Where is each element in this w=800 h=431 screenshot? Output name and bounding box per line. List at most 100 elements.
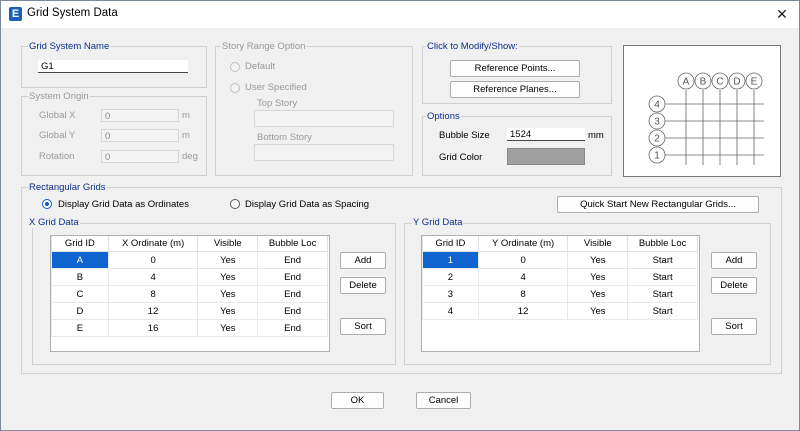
grid-bubble-y-label: 1 [654,151,660,162]
global-x-input[interactable]: 0 [101,109,179,122]
y-delete-button[interactable]: Delete [711,277,757,294]
top-story-label: Top Story [257,98,298,109]
grid-bubble-x-label: C [716,77,723,88]
close-button[interactable]: ✕ [771,4,793,24]
x-grid-table-cell[interactable]: End [257,302,328,320]
app-logo-icon: E [9,7,22,21]
reference-points-button[interactable]: Reference Points... [450,60,580,77]
x-grid-table-cell[interactable]: B [51,268,109,286]
spacing-radio[interactable] [230,199,240,209]
y-grid-table-cell[interactable]: 1 [422,251,479,269]
y-grid-table-cell[interactable]: Start [627,268,698,286]
ordinates-radio[interactable] [42,199,52,209]
y-grid-label: Y Grid Data [412,217,464,228]
y-grid-column-header[interactable]: Visible [567,236,629,252]
grid-preview-drawing: A B C D E 4 3 2 1 [648,72,764,165]
x-grid-table-cell[interactable]: 8 [107,285,199,303]
system-origin-label: System Origin [28,91,90,102]
x-grid-table-cell[interactable]: End [257,319,328,337]
grid-bubble-x-label: D [733,77,740,88]
y-grid-table-cell[interactable]: 4 [477,268,569,286]
y-grid-table-cell[interactable]: 3 [422,285,479,303]
x-grid-table-cell[interactable]: 16 [107,319,199,337]
y-grid-table-row[interactable]: 3 8 Yes Start [422,285,698,303]
x-grid-table-row[interactable]: E 16 Yes End [51,319,328,337]
x-grid-table-cell[interactable]: Yes [197,302,259,320]
y-grid-table-row[interactable]: 4 12 Yes Start [422,302,698,320]
user-specified-radio[interactable] [230,83,240,93]
y-grid-column-header[interactable]: Y Ordinate (m) [477,236,569,252]
y-grid-table-cell[interactable]: 0 [477,251,569,269]
x-grid-table-cell[interactable]: Yes [197,268,259,286]
options-label: Options [426,111,461,122]
cancel-button[interactable]: Cancel [416,392,471,409]
x-grid-table-cell[interactable]: A [51,251,109,269]
x-grid-table-cell[interactable]: Yes [197,319,259,337]
y-grid-table-cell[interactable]: Yes [567,268,629,286]
ok-button[interactable]: OK [331,392,384,409]
grid-color-swatch[interactable] [507,148,585,165]
global-x-label: Global X [39,110,76,121]
x-grid-table-cell[interactable]: D [51,302,109,320]
x-grid-table-row[interactable]: C 8 Yes End [51,285,328,303]
y-grid-table-cell[interactable]: 4 [422,302,479,320]
grid-bubble-y-label: 3 [654,117,660,128]
click-to-modify-label: Click to Modify/Show: [426,41,519,52]
x-grid-table-cell[interactable]: C [51,285,109,303]
y-grid-table-cell[interactable]: 8 [477,285,569,303]
y-grid-table-cell[interactable]: Start [627,251,698,269]
x-grid-table-row[interactable]: D 12 Yes End [51,302,328,320]
x-grid-table-cell[interactable]: 0 [107,251,199,269]
grid-bubble-x-label: B [700,77,707,88]
bottom-story-field[interactable] [254,144,394,161]
y-grid-table-cell[interactable]: Start [627,302,698,320]
x-grid-column-header[interactable]: Grid ID [51,236,109,252]
y-grid-table-cell[interactable]: Yes [567,285,629,303]
y-grid-column-header[interactable]: Grid ID [422,236,479,252]
x-grid-table-row[interactable]: A 0 Yes End [51,251,328,269]
global-x-unit: m [182,110,190,121]
reference-planes-button[interactable]: Reference Planes... [450,81,580,98]
x-grid-table-cell[interactable]: End [257,268,328,286]
x-grid-table-cell[interactable]: E [51,319,109,337]
rotation-input[interactable]: 0 [101,150,179,163]
global-y-input[interactable]: 0 [101,129,179,142]
x-add-button[interactable]: Add [340,252,386,269]
y-grid-table-row[interactable]: 2 4 Yes Start [422,268,698,286]
window-title: Grid System Data [27,7,118,19]
spacing-radio-label: Display Grid Data as Spacing [245,199,370,210]
y-grid-table-row[interactable]: 1 0 Yes Start [422,251,698,269]
x-grid-table-cell[interactable]: 12 [107,302,199,320]
y-grid-table-cell[interactable]: Yes [567,302,629,320]
x-grid-table-row[interactable]: B 4 Yes End [51,268,328,286]
x-grid-table-cell[interactable]: End [257,251,328,269]
bottom-story-label: Bottom Story [257,132,312,143]
x-grid-table-cell[interactable]: End [257,285,328,303]
grid-system-name-input[interactable]: G1 [38,60,188,73]
title-bar: E Grid System Data ✕ [1,1,799,28]
x-grid-column-header[interactable]: Bubble Loc [257,236,328,252]
x-grid-column-header[interactable]: Visible [197,236,259,252]
quick-start-button[interactable]: Quick Start New Rectangular Grids... [557,196,759,213]
y-grid-table-cell[interactable]: Yes [567,251,629,269]
x-grid-table: Grid ID X Ordinate (m) Visible Bubble Loc A 0… [51,236,328,337]
y-grid-table-cell[interactable]: 2 [422,268,479,286]
story-range-label: Story Range Option [221,41,307,52]
x-grid-table-cell[interactable]: 4 [107,268,199,286]
y-grid-table-cell[interactable]: 12 [477,302,569,320]
y-sort-button[interactable]: Sort [711,318,757,335]
x-grid-column-header[interactable]: X Ordinate (m) [107,236,199,252]
default-radio[interactable] [230,62,240,72]
y-grid-column-header[interactable]: Bubble Loc [627,236,698,252]
bubble-size-input[interactable]: 1524 [507,128,585,141]
y-add-button[interactable]: Add [711,252,757,269]
x-sort-button[interactable]: Sort [340,318,386,335]
y-grid-table: Grid ID Y Ordinate (m) Visible Bubble Loc 1 0… [422,236,698,320]
x-delete-button[interactable]: Delete [340,277,386,294]
default-radio-label: Default [245,61,276,72]
y-grid-table-cell[interactable]: Start [627,285,698,303]
x-grid-table-cell[interactable]: Yes [197,285,259,303]
top-story-field[interactable] [254,110,394,127]
grid-bubble-x-label: A [683,77,690,88]
x-grid-table-cell[interactable]: Yes [197,251,259,269]
